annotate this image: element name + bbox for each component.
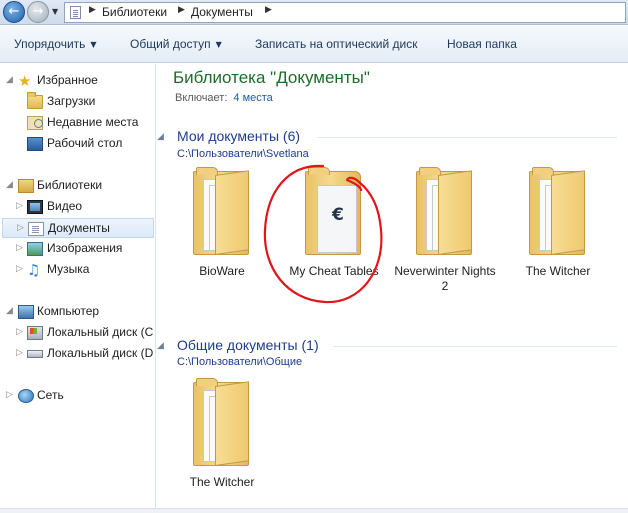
sidebar-item-downloads[interactable]: Загрузки xyxy=(0,92,156,112)
command-bar: Упорядочить ▼ Общий доступ ▼ Записать на о… xyxy=(0,26,628,63)
folder-icon xyxy=(529,167,585,255)
folder-item[interactable]: The Witcher xyxy=(167,378,277,513)
sidebar-item-recent[interactable]: Недавние места xyxy=(0,113,156,133)
sidebar-item-desktop[interactable]: Рабочий стол xyxy=(0,134,156,154)
folder-icon xyxy=(416,167,472,255)
folder-icon xyxy=(193,378,249,466)
sidebar-item-music[interactable]: ▷ ♫ Музыка xyxy=(0,260,156,280)
sidebar-item-label: Сеть xyxy=(37,388,64,402)
sidebar-item-label: Компьютер xyxy=(37,304,100,318)
images-library-icon xyxy=(27,242,43,256)
sidebar-item-label: Библиотеки xyxy=(37,178,103,192)
sidebar-item-label: Изображения xyxy=(47,241,123,255)
sidebar-item-label: Избранное xyxy=(37,73,98,87)
includes-label: Включает: xyxy=(175,92,228,104)
group-divider xyxy=(317,137,617,138)
sidebar-item-label: Локальный диск (D xyxy=(47,346,154,360)
sidebar-item-label: Недавние места xyxy=(47,115,139,129)
chevron-right-icon[interactable]: ▷ xyxy=(16,264,23,274)
breadcrumb-separator-icon[interactable]: ▶ xyxy=(89,5,96,15)
details-pane-edge xyxy=(0,508,628,513)
folder-item[interactable]: The Witcher xyxy=(503,167,613,311)
breadcrumb-separator-icon[interactable]: ▶ xyxy=(265,5,272,15)
sidebar-item-label: Локальный диск (C xyxy=(47,325,154,339)
back-arrow-icon: ← xyxy=(8,4,20,19)
red-circle-annotation xyxy=(263,164,383,304)
libraries-icon xyxy=(18,179,34,193)
breadcrumb-libraries[interactable]: Библиотеки xyxy=(102,5,167,19)
chevron-expanded-icon[interactable]: ◢ xyxy=(6,75,13,85)
share-label: Общий доступ xyxy=(130,37,211,51)
organize-button[interactable]: Упорядочить ▼ xyxy=(14,37,97,51)
documents-library-icon xyxy=(28,222,44,236)
folder-name: The Witcher xyxy=(189,475,255,489)
system-disk-icon xyxy=(27,326,43,340)
group-path-link[interactable]: C:\Пользователи\Общие xyxy=(177,356,302,368)
chevron-collapse-icon[interactable]: ◢ xyxy=(157,132,164,142)
group-path-link[interactable]: C:\Пользователи\Svetlana xyxy=(177,148,309,160)
sidebar-item-favorites[interactable]: ◢ ★ Избранное xyxy=(0,71,156,91)
chevron-right-icon[interactable]: ▷ xyxy=(16,201,23,211)
chevron-right-icon[interactable]: ▷ xyxy=(17,223,24,233)
forward-arrow-icon: → xyxy=(32,4,44,19)
recent-places-icon xyxy=(27,116,43,130)
video-library-icon xyxy=(27,200,43,214)
star-icon: ★ xyxy=(18,72,32,90)
local-disk-icon xyxy=(27,350,43,358)
chevron-expanded-icon[interactable]: ◢ xyxy=(6,180,13,190)
folder-name: Neverwinter Nights 2 xyxy=(394,264,496,293)
desktop-icon xyxy=(27,137,43,151)
chevron-right-icon[interactable]: ▷ xyxy=(16,327,23,337)
burn-button[interactable]: Записать на оптический диск xyxy=(255,37,418,51)
address-field[interactable]: ▶ Библиотеки ▶ Документы ▶ xyxy=(64,2,626,23)
music-library-icon: ♫ xyxy=(27,261,41,279)
library-includes: Включает: 4 места xyxy=(175,92,273,104)
folder-item[interactable]: Neverwinter Nights 2 xyxy=(390,167,500,311)
chevron-right-icon[interactable]: ▷ xyxy=(6,390,13,400)
group-divider xyxy=(333,346,617,347)
sidebar-item-label: Документы xyxy=(48,221,110,235)
new-folder-button[interactable]: Новая папка xyxy=(447,37,517,51)
group-header-my-documents[interactable]: Мои документы (6) xyxy=(177,128,300,144)
sidebar-item-label: Музыка xyxy=(47,262,90,276)
sidebar-item-network[interactable]: ▷ Сеть xyxy=(0,386,156,406)
chevron-down-icon: ▼ xyxy=(90,40,97,49)
sidebar-item-label: Рабочий стол xyxy=(47,136,123,150)
sidebar-item-libraries[interactable]: ◢ Библиотеки xyxy=(0,176,156,196)
new-folder-label: Новая папка xyxy=(447,37,517,51)
navigation-pane: ◢ ★ Избранное Загрузки Недавние места Ра… xyxy=(0,64,156,513)
folder-name: The Witcher xyxy=(525,264,591,278)
computer-icon xyxy=(18,305,34,319)
sidebar-item-disk-c[interactable]: ▷ Локальный диск (C xyxy=(0,323,156,343)
chevron-expanded-icon[interactable]: ◢ xyxy=(6,306,13,316)
forward-button[interactable]: → xyxy=(27,1,49,23)
sidebar-item-documents[interactable]: ▷ Документы xyxy=(2,218,154,238)
sidebar-item-label: Видео xyxy=(47,199,83,213)
organize-label: Упорядочить xyxy=(14,37,86,51)
group-header-shared-documents[interactable]: Общие документы (1) xyxy=(177,337,319,353)
share-button[interactable]: Общий доступ ▼ xyxy=(130,37,222,51)
downloads-folder-icon xyxy=(27,92,43,109)
documents-icon xyxy=(70,6,81,19)
burn-label: Записать на оптический диск xyxy=(255,37,418,51)
breadcrumb-separator-icon[interactable]: ▶ xyxy=(178,5,185,15)
sidebar-item-disk-d[interactable]: ▷ Локальный диск (D xyxy=(0,344,156,364)
folder-icon xyxy=(193,167,249,255)
chevron-collapse-icon[interactable]: ◢ xyxy=(157,341,164,351)
library-locations-link[interactable]: 4 места xyxy=(233,92,272,104)
page-title: Библиотека "Документы" xyxy=(173,68,370,87)
sidebar-item-label: Загрузки xyxy=(47,94,96,108)
sidebar-item-video[interactable]: ▷ Видео xyxy=(0,197,156,217)
chevron-right-icon[interactable]: ▷ xyxy=(16,243,23,253)
file-list-pane: Библиотека "Документы" Включает: 4 места … xyxy=(157,64,628,513)
sidebar-item-images[interactable]: ▷ Изображения xyxy=(0,239,156,259)
sidebar-item-computer[interactable]: ◢ Компьютер xyxy=(0,302,156,322)
network-icon xyxy=(18,389,34,403)
breadcrumb-documents[interactable]: Документы xyxy=(191,5,253,19)
back-button[interactable]: ← xyxy=(3,1,25,23)
address-bar: ← → ▼ ▶ Библиотеки ▶ Документы ▶ xyxy=(0,0,628,25)
recent-pages-dropdown[interactable]: ▼ xyxy=(52,7,58,16)
chevron-down-icon: ▼ xyxy=(215,40,222,49)
chevron-right-icon[interactable]: ▷ xyxy=(16,348,23,358)
